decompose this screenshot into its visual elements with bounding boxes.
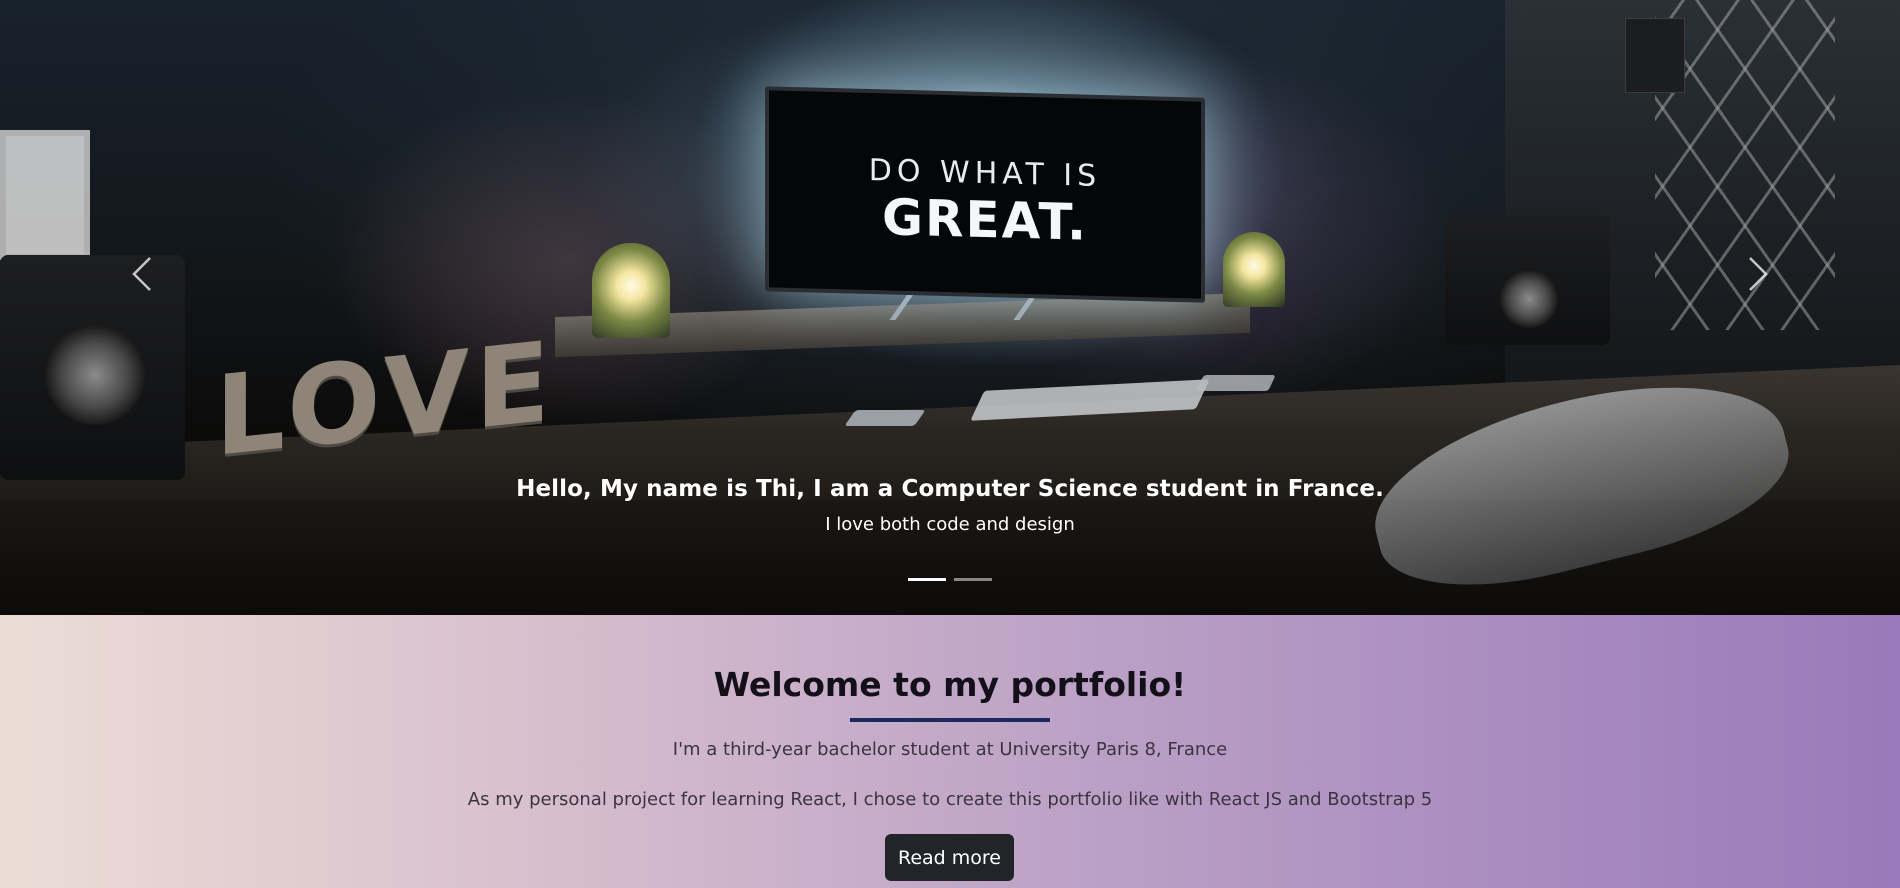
welcome-intro-line: I'm a third-year bachelor student at Uni… [672,739,1228,760]
wall-frame [0,130,90,260]
welcome-title: Welcome to my portfolio! [713,665,1187,704]
carousel-indicator-2[interactable] [954,578,992,581]
hanging-bag [1625,18,1685,93]
chevron-left-icon [132,257,151,291]
phone [844,410,926,426]
title-underline [850,718,1050,722]
speaker-right [1445,215,1610,345]
welcome-section: Welcome to my portfolio! I'm a third-yea… [0,615,1900,888]
carousel-indicators [0,578,1900,581]
speaker-cone [45,325,145,425]
monitor: DO WHAT IS GREAT. [765,86,1205,303]
carousel-next-button[interactable] [1745,256,1771,292]
speaker-left [0,255,185,480]
welcome-description-line: As my personal project for learning Reac… [467,789,1433,810]
caption-subtitle: I love both code and design [825,514,1075,535]
carousel-prev-button[interactable] [129,256,155,292]
carousel-caption: Hello, My name is Thi, I am a Computer S… [0,476,1900,535]
lamp-left [592,243,670,338]
trackpad [1196,375,1276,391]
lamp-right [1223,232,1285,307]
chevron-right-icon [1749,257,1768,291]
monitor-text-line2: GREAT. [881,188,1089,252]
hero-carousel: DO WHAT IS GREAT. LOVE Hello, My name is… [0,0,1900,615]
read-more-button[interactable]: Read more [885,834,1014,881]
carousel-indicator-1[interactable] [908,578,946,581]
caption-title: Hello, My name is Thi, I am a Computer S… [516,476,1384,502]
speaker-cone [1500,270,1558,328]
